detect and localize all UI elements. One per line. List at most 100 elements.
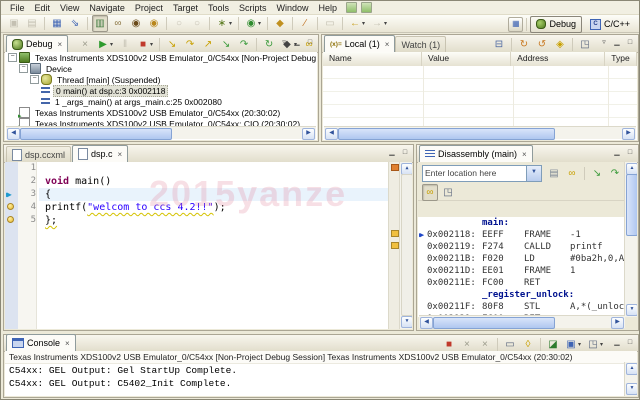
location-combo[interactable]: ▼ xyxy=(422,165,542,182)
close-icon[interactable]: × xyxy=(118,150,123,159)
refresh-values-button[interactable]: ↻ xyxy=(516,36,532,53)
editor-vscrollbar[interactable]: ▲ ▼ xyxy=(399,162,412,329)
assembly-step-into-button[interactable]: ↘ xyxy=(589,165,605,182)
lock-button[interactable]: ◈ xyxy=(552,36,568,53)
disassembly-listing[interactable]: main: 0x002118: EEFF FRAME -1 xyxy=(418,217,625,317)
disassembly-hscrollbar[interactable]: ◀ ▶ xyxy=(419,315,625,328)
console-vscrollbar[interactable]: ▲ ▼ xyxy=(624,362,637,396)
menu-item[interactable]: Edit xyxy=(30,3,56,13)
editor-tab[interactable]: dsp.ccxml xyxy=(6,146,71,162)
debug-hscrollbar[interactable]: ◀ ▶ xyxy=(6,126,316,139)
scroll-thumb[interactable] xyxy=(338,128,555,140)
import-button[interactable]: ⇘ xyxy=(67,15,83,32)
menu-item[interactable]: File xyxy=(5,3,30,13)
column-header[interactable]: Type xyxy=(605,52,637,66)
variables-tab[interactable]: (x)= Local (1) × xyxy=(324,35,395,52)
column-header[interactable]: Address xyxy=(511,52,605,66)
dropdown-arrow-icon[interactable]: ▾ xyxy=(384,20,387,27)
restore-snapshot-alt-button[interactable]: ○ xyxy=(189,15,205,32)
menu-item[interactable]: Tools xyxy=(203,3,234,13)
column-header[interactable]: Value xyxy=(422,52,511,66)
dropdown-arrow-icon[interactable]: ▾ xyxy=(362,20,365,27)
view-menu-icon[interactable]: ▿ xyxy=(598,37,610,49)
debug-tree-row[interactable]: − Device xyxy=(5,63,317,74)
scroll-up-icon[interactable]: ▲ xyxy=(626,363,637,375)
location-input[interactable] xyxy=(423,166,526,181)
minimize-icon[interactable]: ▁ xyxy=(611,147,623,159)
open-new-tab-button[interactable]: ◳ xyxy=(440,184,456,201)
variables-hscrollbar[interactable]: ◀ ▶ xyxy=(324,126,636,139)
disassembly-line[interactable]: 0x00211D: EE01 FRAME 1 xyxy=(418,265,625,277)
scroll-thumb[interactable] xyxy=(20,128,172,140)
scroll-down-icon[interactable]: ▼ xyxy=(401,316,412,328)
step-over-button[interactable]: ↷ xyxy=(182,36,198,53)
code-line[interactable]: 1 xyxy=(5,162,412,175)
code-editor[interactable]: 1 2 void main() 3 { xyxy=(5,162,412,329)
menu-item[interactable]: Navigate xyxy=(84,3,130,13)
scroll-right-icon[interactable]: ▶ xyxy=(302,128,315,140)
menu-item[interactable]: Help xyxy=(314,3,343,13)
console-tab[interactable]: Console × xyxy=(6,334,76,351)
disassembly-line[interactable]: 0x00211F: 80F8 STL A,*(_unlock) xyxy=(418,301,625,313)
code-line[interactable]: 3 { xyxy=(5,188,412,201)
scroll-left-icon[interactable]: ◀ xyxy=(420,317,433,329)
scroll-thumb[interactable] xyxy=(401,174,412,316)
tree-expander-icon[interactable]: − xyxy=(30,75,39,84)
forward-history-button[interactable]: →▾ xyxy=(369,15,389,32)
assembly-step-into-button[interactable]: ↘ xyxy=(218,36,234,53)
variables-tab[interactable]: Watch (1) xyxy=(395,36,446,52)
resume-button[interactable]: ▶▾ xyxy=(95,36,115,53)
refresh-disassembly-button[interactable]: ▤ xyxy=(546,165,562,182)
editor-tab[interactable]: dsp.c × xyxy=(72,145,128,162)
debug-button[interactable]: ◉ xyxy=(128,15,144,32)
step-return-button[interactable]: ↗ xyxy=(200,36,216,53)
disassembly-line[interactable]: 0x002118: EEFF FRAME -1 xyxy=(418,229,625,241)
disassembly-line[interactable]: _register_unlock: xyxy=(418,289,625,301)
combo-dropdown-icon[interactable]: ▼ xyxy=(526,166,541,181)
open-new-view-button[interactable]: ◳ xyxy=(577,36,593,53)
maximize-icon[interactable]: □ xyxy=(624,147,636,159)
menu-item[interactable]: Project xyxy=(130,3,168,13)
advanced-toolbar-button[interactable]: ◆ xyxy=(272,15,288,32)
close-icon[interactable]: × xyxy=(522,150,527,159)
code-line[interactable]: 2 void main() xyxy=(5,175,412,188)
overview-warning-marker[interactable] xyxy=(391,242,399,249)
last-edit-location-button[interactable]: ▭ xyxy=(322,15,338,32)
disassembly-line[interactable]: main: xyxy=(418,217,625,229)
maximize-icon[interactable]: □ xyxy=(624,37,636,49)
scroll-down-icon[interactable]: ▼ xyxy=(626,383,637,395)
scroll-left-icon[interactable]: ◀ xyxy=(7,128,20,140)
menu-item[interactable]: View xyxy=(55,3,84,13)
debug-view-tab[interactable]: Debug × xyxy=(6,35,68,52)
assembly-step-over-button[interactable]: ↷ xyxy=(236,36,252,53)
restart-button[interactable]: ↻ xyxy=(261,36,277,53)
maximize-icon[interactable]: □ xyxy=(624,337,636,349)
scroll-down-icon[interactable]: ▼ xyxy=(626,304,637,316)
dropdown-arrow-icon[interactable]: ▾ xyxy=(150,41,153,48)
dropdown-arrow-icon[interactable]: ▾ xyxy=(258,20,261,27)
dropdown-arrow-icon[interactable]: ▾ xyxy=(110,41,113,48)
overview-error-marker[interactable] xyxy=(391,164,399,171)
open-perspective-icon[interactable]: ▦ xyxy=(508,17,523,32)
build-button[interactable]: ∗▾ xyxy=(214,15,234,32)
perspective-debug-button[interactable]: Debug xyxy=(530,16,582,33)
maximize-icon[interactable]: □ xyxy=(304,37,316,49)
suspend-button[interactable]: ‖ xyxy=(117,36,133,53)
scroll-right-icon[interactable]: ▶ xyxy=(611,317,624,329)
debug-tree-row[interactable]: − Thread [main] (Suspended) xyxy=(5,74,317,85)
debug-tree-row[interactable]: 1 _args_main() at args_main.c:25 0x00208… xyxy=(5,96,317,107)
code-line[interactable]: 4 printf("welcom to ccs 4.2!!"); xyxy=(5,201,412,214)
source-lookup-button[interactable]: ∞ xyxy=(110,15,126,32)
column-header[interactable]: Name xyxy=(323,52,422,66)
tree-expander-icon[interactable]: − xyxy=(19,64,28,73)
scroll-thumb[interactable] xyxy=(626,174,637,236)
overview-warning-marker[interactable] xyxy=(391,230,399,237)
view-menu-icon[interactable]: ▿ xyxy=(278,37,290,49)
connect-target-button[interactable]: ▥ xyxy=(92,15,108,32)
minimize-icon[interactable]: ▁ xyxy=(611,337,623,349)
menu-extra-icon[interactable] xyxy=(346,2,357,13)
step-into-button[interactable]: ↘ xyxy=(164,36,180,53)
back-history-button[interactable]: ←▾ xyxy=(347,15,367,32)
print-button[interactable]: ▤ xyxy=(24,15,40,32)
assembly-step-over-button[interactable]: ↷ xyxy=(607,165,623,182)
